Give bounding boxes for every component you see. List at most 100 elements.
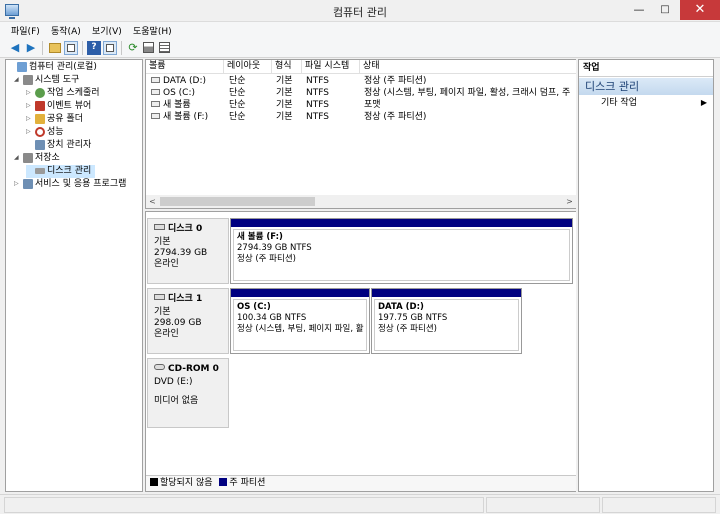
forward-icon[interactable]: ▶ (24, 41, 38, 55)
volume-status: 정상 (주 파티션) (364, 76, 427, 86)
menu-file[interactable]: 파일(F) (11, 24, 40, 37)
help-icon[interactable]: ? (87, 41, 101, 55)
show-tree-icon[interactable] (64, 41, 78, 55)
partition-info: 새 볼륨 (F:) 2794.39 GB NTFS 정상 (주 파티션) (233, 229, 570, 281)
volume-row[interactable]: 새 볼륨 단순 기본 NTFS 포맷 (146, 99, 576, 111)
export-icon[interactable] (158, 41, 172, 55)
tree-item-device-manager[interactable]: 장치 관리자 (26, 139, 91, 152)
volume-file-system: NTFS (306, 112, 329, 122)
tree-item-system-tools[interactable]: ◢ 시스템 도구 (14, 74, 79, 87)
volume-file-system: NTFS (306, 88, 329, 98)
submenu-arrow-icon[interactable]: ▶ (701, 97, 707, 109)
partition-new-volume-f[interactable]: 새 볼륨 (F:) 2794.39 GB NTFS 정상 (주 파티션) (230, 218, 573, 284)
disk-0-label[interactable]: 디스크 0 기본 2794.39 GB 온라인 (147, 218, 229, 284)
partition-data-d[interactable]: DATA (D:) 197.75 GB NTFS 정상 (주 파티션) (371, 288, 522, 354)
column-header-file-system[interactable]: 파일 시스템 (302, 60, 360, 74)
cd-drive-icon (154, 364, 165, 370)
tree-item-event-viewer[interactable]: ▷ 이벤트 뷰어 (26, 100, 91, 113)
disk-1-label[interactable]: 디스크 1 기본 298.09 GB 온라인 (147, 288, 229, 354)
horizontal-scrollbar[interactable]: < > (146, 195, 576, 208)
primary-partition-bar (372, 289, 521, 297)
tree-item-shared-folders[interactable]: ▷ 공유 폴더 (26, 113, 83, 126)
navigation-tree: 컴퓨터 관리(로컬) ◢ 시스템 도구 ▷ 작업 스케줄러 ▷ 이벤트 뷰어 ▷ 공유 … (5, 59, 143, 492)
column-header-volume[interactable]: 볼륨 (146, 60, 224, 74)
disk-graphical-view: 디스크 0 기본 2794.39 GB 온라인 새 볼륨 (F:) 2794.3… (145, 211, 576, 492)
legend: 할당되지 않음 주 파티션 (146, 475, 576, 491)
volume-layout: 단순 (229, 76, 246, 86)
volume-name: 새 볼륨 (F:) (148, 111, 224, 123)
action-pane: 작업 디스크 관리 기타 작업 ▶ (578, 59, 714, 492)
volume-list: 볼륨 레이아웃 형식 파일 시스템 상태 DATA (D:) 단순 기본 NTF… (145, 59, 576, 209)
expand-icon[interactable]: ▷ (26, 100, 35, 112)
volume-row[interactable]: OS (C:) 단순 기본 NTFS 정상 (시스템, 부팅, 페이지 파일, … (146, 87, 576, 99)
expand-icon[interactable]: ▷ (26, 87, 35, 99)
properties-icon[interactable] (142, 41, 156, 55)
status-bar-segment (4, 497, 484, 513)
toolbar: ◀ ▶ ? ⟳ (0, 38, 720, 58)
partition-info: OS (C:) 100.34 GB NTFS 정상 (시스템, 부팅, 페이지 … (233, 299, 367, 351)
disk-name: CD-ROM 0 (154, 364, 219, 375)
minimize-button[interactable]: — (626, 0, 652, 20)
column-header-status[interactable]: 상태 (360, 60, 576, 74)
close-button[interactable]: ✕ (680, 0, 720, 20)
hard-disk-icon (154, 294, 165, 300)
back-icon[interactable]: ◀ (8, 41, 22, 55)
partition-size: 2794.39 GB NTFS (237, 243, 312, 253)
menu-help[interactable]: 도움말(H) (133, 24, 172, 37)
volume-type: 기본 (276, 76, 293, 86)
disk-size: 2794.39 GB (154, 248, 208, 258)
expand-icon[interactable]: ▷ (14, 178, 23, 190)
scroll-right-icon[interactable]: > (563, 195, 576, 208)
menu-view[interactable]: 보기(V) (92, 24, 122, 37)
event-viewer-icon (35, 101, 45, 111)
volume-type: 기본 (276, 88, 293, 98)
partition-status: 정상 (주 파티션) (378, 324, 437, 334)
expand-icon[interactable]: ▷ (26, 126, 35, 138)
collapse-icon[interactable]: ◢ (14, 74, 23, 86)
volume-list-header: 볼륨 레이아웃 형식 파일 시스템 상태 (146, 60, 576, 74)
scroll-left-icon[interactable]: < (146, 195, 159, 208)
tree-item-task-scheduler[interactable]: ▷ 작업 스케줄러 (26, 87, 100, 100)
action-more-actions[interactable]: 기타 작업 (601, 97, 637, 109)
scrollbar-thumb[interactable] (160, 197, 315, 206)
maximize-button[interactable]: □ (652, 0, 678, 20)
volume-name: OS (C:) (148, 87, 224, 99)
partition-name: 새 볼륨 (F:) (237, 232, 283, 242)
volume-name-text: 새 볼륨 (163, 100, 191, 110)
column-header-type[interactable]: 형식 (272, 60, 302, 74)
toolbar-separator (82, 41, 83, 55)
volume-icon (151, 89, 160, 95)
partition-name: DATA (D:) (378, 302, 424, 312)
tree-item-performance[interactable]: ▷ 성능 (26, 126, 64, 139)
disk-type: DVD (E:) (154, 377, 193, 387)
up-folder-icon[interactable] (48, 41, 62, 55)
volume-name: 새 볼륨 (148, 99, 224, 111)
disk-type: 기본 (154, 307, 171, 317)
refresh-icon[interactable]: ⟳ (126, 41, 140, 55)
volume-row[interactable]: 새 볼륨 (F:) 단순 기본 NTFS 정상 (주 파티션) (146, 111, 576, 123)
cdrom-0-label[interactable]: CD-ROM 0 DVD (E:) 미디어 없음 (147, 358, 229, 428)
volume-icon (151, 113, 160, 119)
tree-item-computer-management[interactable]: 컴퓨터 관리(로컬) (8, 61, 97, 74)
disk-icon (35, 168, 45, 174)
show-action-pane-icon[interactable] (103, 41, 117, 55)
tree-item-storage[interactable]: ◢ 저장소 (14, 152, 60, 165)
expand-icon[interactable]: ▷ (26, 113, 35, 125)
disk-status: 온라인 (154, 329, 179, 339)
action-section-disk-management[interactable]: 디스크 관리 (579, 78, 713, 95)
volume-file-system: NTFS (306, 100, 329, 110)
partition-size: 100.34 GB NTFS (237, 313, 307, 323)
tree-item-services-applications[interactable]: ▷ 서비스 및 응용 프로그램 (14, 178, 126, 191)
partition-size: 197.75 GB NTFS (378, 313, 448, 323)
partition-os-c[interactable]: OS (C:) 100.34 GB NTFS 정상 (시스템, 부팅, 페이지 … (230, 288, 370, 354)
tree-item-disk-management[interactable]: 디스크 관리 (26, 165, 96, 178)
tools-icon (23, 75, 33, 85)
column-header-layout[interactable]: 레이아웃 (224, 60, 272, 74)
collapse-icon[interactable]: ◢ (14, 152, 23, 164)
volume-layout: 단순 (229, 112, 246, 122)
menu-action[interactable]: 동작(A) (51, 24, 81, 37)
volume-row[interactable]: DATA (D:) 단순 기본 NTFS 정상 (주 파티션) (146, 75, 576, 87)
tree-item-label: 성능 (47, 127, 64, 137)
disk-name-text: 디스크 1 (168, 294, 203, 304)
disk-name: 디스크 1 (154, 294, 202, 305)
